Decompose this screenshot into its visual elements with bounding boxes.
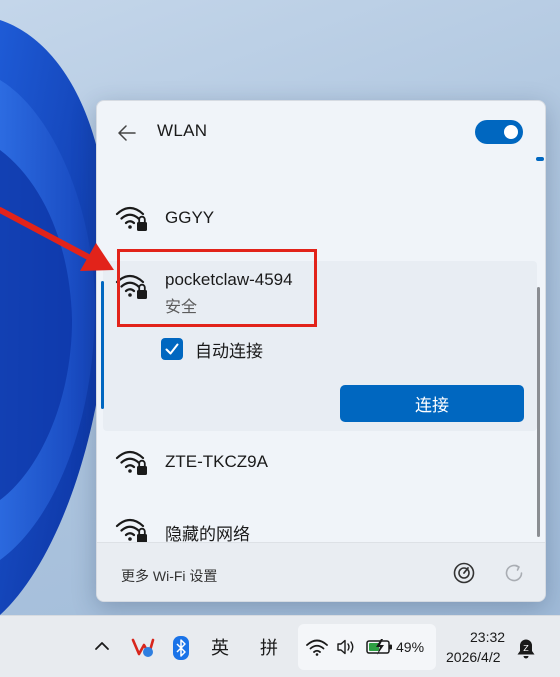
- taskbar: 英 拼 49% 23:32 2026/4/2 Z: [0, 615, 560, 677]
- notification-bell-icon[interactable]: Z: [516, 638, 536, 660]
- network-name: ZTE-TKCZ9A: [165, 452, 268, 471]
- quick-settings-tray[interactable]: 49%: [298, 624, 436, 670]
- bluetooth-icon[interactable]: [173, 636, 189, 660]
- scroll-indicator: [536, 157, 544, 161]
- app-tray-icon[interactable]: [131, 637, 155, 659]
- auto-connect-row[interactable]: 自动连接: [161, 337, 263, 361]
- panel-title: WLAN: [157, 121, 208, 140]
- wifi-lock-icon: [115, 518, 147, 543]
- network-list: GGYY pocketclaw-4594 安全 自动连接 连接 ZTE-TKCZ…: [101, 189, 537, 559]
- selection-accent: [101, 281, 104, 409]
- ime-language-indicator[interactable]: 英: [211, 634, 229, 660]
- battery-charging-icon: [366, 639, 392, 655]
- svg-text:Z: Z: [523, 644, 529, 653]
- wlan-flyout: WLAN GGYY pocketclaw-4594 安全 自动连接 连接 ZTE…: [96, 100, 546, 602]
- auto-connect-checkbox[interactable]: [161, 338, 183, 360]
- network-name: GGYY: [165, 208, 215, 227]
- back-button[interactable]: [113, 119, 141, 147]
- connect-button[interactable]: 连接: [340, 385, 524, 422]
- network-item-expanded[interactable]: pocketclaw-4594 安全 自动连接 连接: [101, 249, 537, 431]
- network-item[interactable]: ZTE-TKCZ9A: [103, 433, 537, 491]
- auto-connect-label: 自动连接: [195, 341, 263, 361]
- chevron-up-icon[interactable]: [94, 640, 110, 652]
- cast-icon[interactable]: [452, 561, 476, 585]
- toggle-knob: [504, 125, 518, 139]
- wifi-icon: [306, 639, 328, 656]
- wifi-toggle[interactable]: [475, 120, 523, 144]
- more-wifi-settings-link[interactable]: 更多 Wi-Fi 设置: [121, 566, 217, 586]
- network-item[interactable]: GGYY: [103, 189, 537, 247]
- back-arrow-icon: [118, 125, 136, 141]
- battery-percentage: 49%: [396, 639, 425, 655]
- wifi-lock-icon: [115, 450, 147, 475]
- clock-time[interactable]: 23:32: [470, 629, 505, 645]
- annotation-highlight-box: [117, 249, 317, 327]
- volume-icon: [337, 639, 354, 655]
- ime-mode-indicator[interactable]: 拼: [260, 634, 278, 660]
- flyout-footer: 更多 Wi-Fi 设置: [97, 542, 545, 601]
- check-icon: [165, 343, 179, 355]
- refresh-icon[interactable]: [502, 561, 526, 585]
- flyout-header: WLAN: [97, 101, 545, 165]
- clock-date[interactable]: 2026/4/2: [446, 649, 501, 665]
- wifi-lock-icon: [115, 206, 147, 231]
- list-scrollbar[interactable]: [537, 287, 540, 537]
